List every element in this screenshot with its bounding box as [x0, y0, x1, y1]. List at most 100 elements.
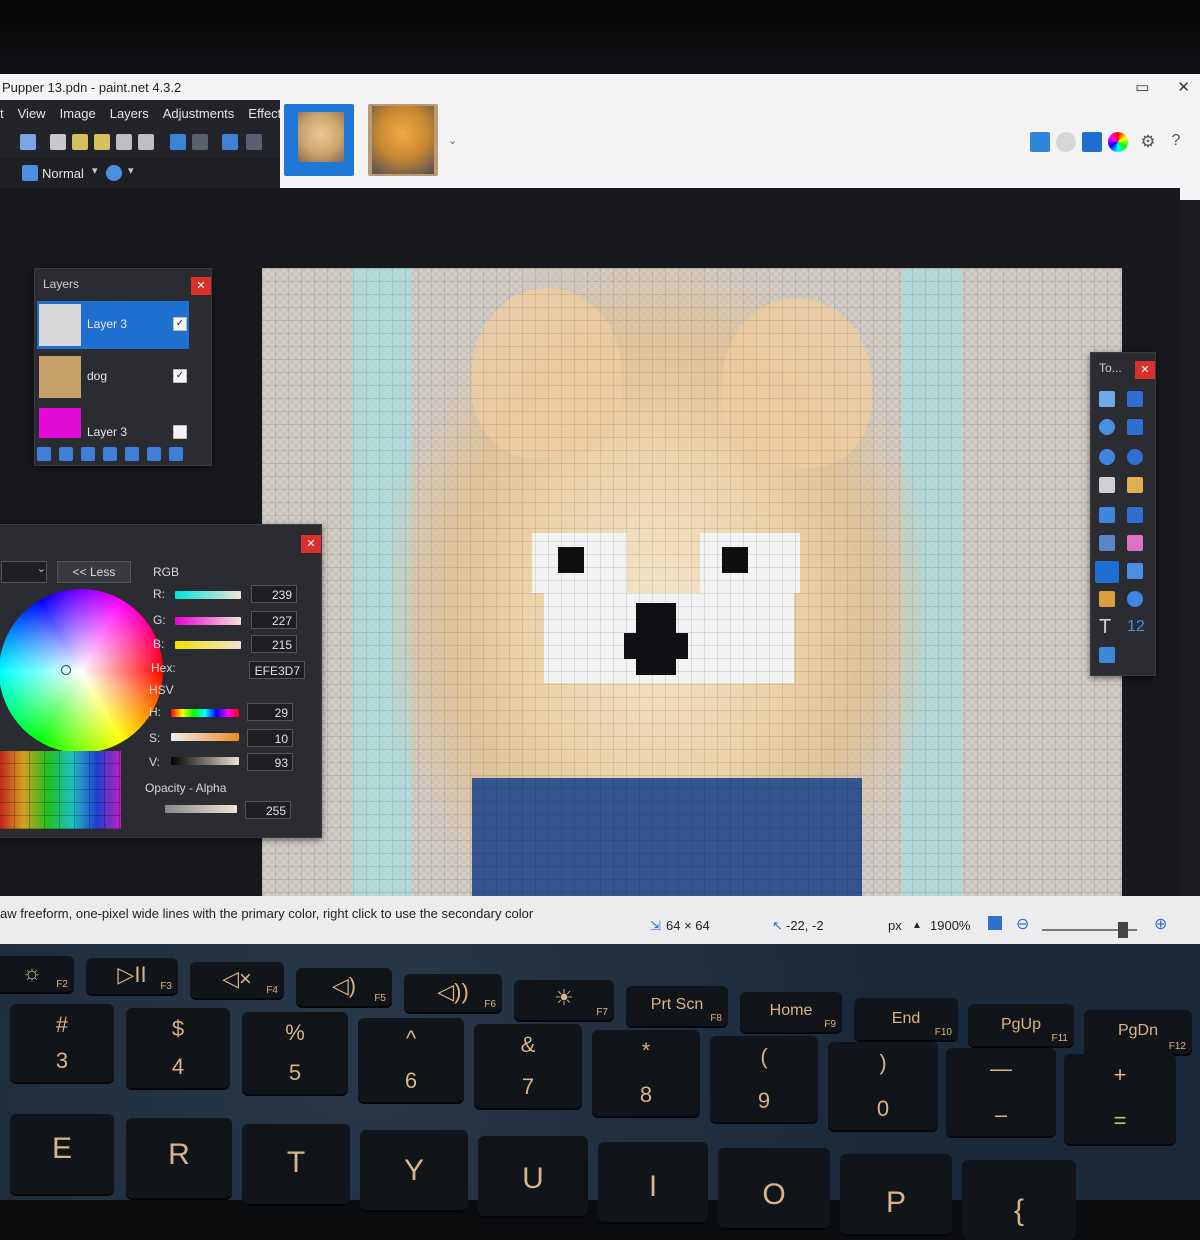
add-layer-icon[interactable] [37, 447, 51, 461]
key-u[interactable]: U [478, 1136, 588, 1216]
key-prtscn[interactable]: Prt Scn F8 [626, 986, 728, 1026]
h-slider[interactable] [171, 709, 239, 717]
color-palette[interactable] [0, 751, 121, 829]
zoom-icon[interactable] [1127, 449, 1143, 465]
restore-button[interactable]: ▭ [1135, 78, 1149, 96]
v-field[interactable]: 93 [247, 753, 293, 771]
h-field[interactable]: 29 [247, 703, 293, 721]
clone-stamp-icon[interactable] [1099, 591, 1115, 607]
line-curve-icon[interactable]: 12 [1127, 619, 1145, 635]
s-slider[interactable] [171, 733, 239, 741]
less-button[interactable]: << Less [57, 561, 131, 583]
key-pgup[interactable]: PgUp F11 [968, 1004, 1074, 1046]
lasso-select-icon[interactable] [1099, 419, 1115, 435]
color-select-dropdown[interactable]: ⌄ [1, 561, 47, 583]
g-slider[interactable] [175, 617, 241, 625]
recolor-icon[interactable] [1127, 591, 1143, 607]
v-slider[interactable] [171, 757, 239, 765]
crop-icon[interactable] [116, 134, 132, 150]
zoom-out-icon[interactable]: ⊖ [1016, 914, 1029, 934]
gear-icon[interactable]: ⚙ [1138, 132, 1158, 152]
document-tab-active[interactable] [284, 104, 354, 176]
menu-layers[interactable]: Layers [110, 100, 149, 128]
key-8[interactable]: * 8 [592, 1030, 700, 1116]
undo-icon[interactable] [170, 134, 186, 150]
key-p[interactable]: P [840, 1154, 952, 1234]
key-i[interactable]: I [598, 1142, 708, 1222]
cut-icon[interactable] [50, 134, 66, 150]
redo-icon[interactable] [192, 134, 208, 150]
menu-image[interactable]: Image [60, 100, 96, 128]
eraser-icon[interactable] [1127, 535, 1143, 551]
zoom-slider-thumb[interactable] [1118, 922, 1128, 938]
layer-visibility-checkbox[interactable]: ✓ [173, 369, 187, 383]
key-y[interactable]: Y [360, 1130, 468, 1210]
image-canvas[interactable] [262, 268, 1122, 898]
key-o[interactable]: O [718, 1148, 830, 1228]
layers-toggle-icon[interactable] [1082, 132, 1102, 152]
delete-layer-icon[interactable] [59, 447, 73, 461]
key-home[interactable]: Home F9 [740, 992, 842, 1032]
close-button[interactable]: ✕ [1177, 78, 1190, 96]
print-icon[interactable] [20, 134, 36, 150]
gradient-icon[interactable] [1127, 507, 1143, 523]
key-f3[interactable]: ▷II F3 [86, 958, 178, 994]
move-up-icon[interactable] [125, 447, 139, 461]
color-wheel[interactable] [0, 589, 163, 753]
move-selected-icon[interactable] [1127, 391, 1143, 407]
close-icon[interactable]: ✕ [301, 535, 321, 553]
key-f6[interactable]: ◁)) F6 [404, 974, 502, 1012]
b-slider[interactable] [175, 641, 241, 649]
key-4[interactable]: $4 [126, 1008, 230, 1088]
color-wheel-cursor[interactable] [61, 665, 71, 675]
key-9[interactable]: (9 [710, 1036, 818, 1122]
key-pgdn[interactable]: PgDn F12 [1084, 1010, 1192, 1054]
key-7[interactable]: & 7 [474, 1024, 582, 1108]
layer-row[interactable]: Layer 3 ✓ [37, 301, 189, 349]
key-0[interactable]: ) 0 [828, 1042, 938, 1130]
history-icon[interactable] [1056, 132, 1076, 152]
key-5[interactable]: % 5 [242, 1012, 348, 1094]
r-slider[interactable] [175, 591, 241, 599]
close-icon[interactable]: ✕ [191, 277, 211, 295]
pan-icon[interactable] [1127, 477, 1143, 493]
close-icon[interactable]: ✕ [1135, 361, 1155, 379]
fit-window-icon[interactable] [988, 916, 1002, 930]
layer-visibility-checkbox[interactable] [173, 425, 187, 439]
key-f2[interactable]: ☼ F2 [0, 956, 74, 992]
grid-icon[interactable] [222, 134, 238, 150]
chevron-down-icon[interactable]: ⌄ [448, 134, 457, 147]
antialias-icon[interactable] [106, 165, 122, 181]
text-icon[interactable]: T [1099, 617, 1115, 637]
deselect-icon[interactable] [138, 134, 154, 150]
key-e[interactable]: E [10, 1114, 114, 1194]
key-t[interactable]: T [242, 1124, 350, 1204]
tools-toggle-icon[interactable] [1030, 132, 1050, 152]
help-icon[interactable]: ? [1166, 132, 1186, 152]
zoom-level[interactable]: 1900% [930, 918, 970, 933]
copy-icon[interactable] [72, 134, 88, 150]
chevron-up-icon[interactable]: ▲ [912, 920, 922, 931]
move-down-icon[interactable] [147, 447, 161, 461]
color-picker-icon[interactable] [1127, 563, 1143, 579]
key-f5[interactable]: ◁) F5 [296, 968, 392, 1006]
layer-row[interactable]: dog ✓ [37, 353, 189, 401]
menu-adjustments[interactable]: Adjustments [163, 100, 235, 128]
chevron-down-icon[interactable]: ▾ [92, 164, 98, 177]
layer-row[interactable]: Layer 3 [37, 405, 189, 441]
rectangle-select-icon[interactable] [1099, 391, 1115, 407]
chevron-down-icon[interactable]: ▾ [128, 164, 134, 177]
menu-view[interactable]: View [18, 100, 46, 128]
key-r[interactable]: R [126, 1118, 232, 1198]
document-tab[interactable] [368, 104, 438, 176]
key-equals[interactable]: + = [1064, 1054, 1176, 1144]
move-selection-icon[interactable] [1127, 419, 1143, 435]
key-3[interactable]: #3 [10, 1004, 114, 1082]
key-f7[interactable]: ☀ F7 [514, 980, 614, 1020]
paste-icon[interactable] [94, 134, 110, 150]
paint-bucket-icon[interactable] [1099, 507, 1115, 523]
units-select[interactable]: px [888, 918, 902, 933]
alpha-field[interactable]: 255 [245, 801, 291, 819]
blend-mode-select[interactable]: Normal [42, 166, 84, 181]
shapes-icon[interactable] [1099, 647, 1115, 663]
